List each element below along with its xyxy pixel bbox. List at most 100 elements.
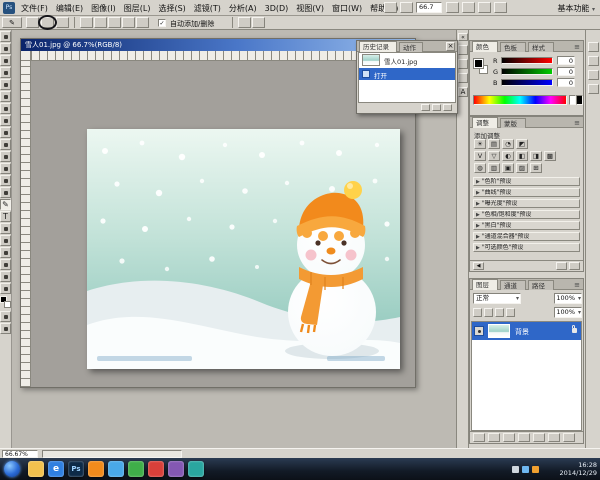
tool-gradient[interactable] <box>0 163 11 174</box>
tool-brush[interactable] <box>0 115 11 126</box>
tab-channels[interactable]: 通道 <box>500 280 526 290</box>
add-anchor-button[interactable] <box>108 17 121 28</box>
screen-mode-button[interactable] <box>0 323 11 334</box>
menu-3d[interactable]: 3D(D) <box>261 1 293 16</box>
posterize-icon[interactable]: ▥ <box>488 163 500 173</box>
channel-b-value[interactable]: 0 <box>557 78 575 87</box>
tool-hand[interactable] <box>0 271 11 282</box>
menu-select[interactable]: 选择(S) <box>154 0 189 17</box>
background-color-swatch[interactable] <box>4 301 11 308</box>
menu-view[interactable]: 视图(V) <box>292 0 328 17</box>
tab-layers[interactable]: 图层 <box>472 279 498 290</box>
ruler-corner[interactable] <box>21 51 31 61</box>
taskbar-music-icon[interactable] <box>168 461 184 477</box>
clock[interactable]: 16:28 2014/12/29 <box>543 461 597 477</box>
tab-history[interactable]: 历史记录 <box>359 41 397 52</box>
menu-filter[interactable]: 滤镜(T) <box>190 0 225 17</box>
path-combine-button[interactable] <box>238 17 251 28</box>
tool-spot-healing[interactable] <box>0 103 11 114</box>
start-button[interactable] <box>4 461 20 477</box>
screen-mode-icon[interactable] <box>494 2 507 13</box>
status-zoom-field[interactable]: 66.67% <box>2 450 38 458</box>
workspace-switcher[interactable]: 基本功能 ▾ <box>557 3 595 14</box>
gradient-map-icon[interactable]: ▨ <box>516 163 528 173</box>
return-arrow-icon[interactable]: ◀ <box>473 262 484 270</box>
levels-icon[interactable]: ▤ <box>488 139 500 149</box>
vertical-ruler[interactable] <box>21 61 31 387</box>
history-state-row[interactable]: 打开 <box>359 68 455 80</box>
fill-field[interactable]: 100% ▾ <box>554 307 582 318</box>
taskbar-media-player-icon[interactable] <box>88 461 104 477</box>
channel-r-slider[interactable] <box>501 57 553 64</box>
swatches-dock-icon[interactable] <box>588 42 599 52</box>
histogram-panel-icon[interactable] <box>458 59 468 69</box>
tab-paths[interactable]: 路径 <box>528 280 554 290</box>
tool-lasso[interactable] <box>0 55 11 66</box>
tool-dodge[interactable] <box>0 187 11 198</box>
character-panel-icon[interactable]: A <box>458 87 468 97</box>
hand-tool-icon[interactable] <box>446 2 459 13</box>
expand-panel-icon[interactable] <box>556 262 567 270</box>
threshold-icon[interactable]: ▣ <box>502 163 514 173</box>
path-subtract-button[interactable] <box>252 17 265 28</box>
taskbar-photoshop-icon[interactable]: Ps <box>68 461 84 477</box>
color-swatch-pair[interactable] <box>0 296 11 309</box>
tool-quick-selection[interactable] <box>0 67 11 78</box>
tab-masks[interactable]: 蒙版 <box>500 118 526 128</box>
tab-actions[interactable]: 动作 <box>399 42 423 52</box>
tray-icon-2[interactable] <box>522 466 529 473</box>
navigator-panel-icon[interactable] <box>458 45 468 55</box>
clip-adjustment-icon[interactable] <box>569 262 580 270</box>
channel-mixer-icon[interactable]: ▩ <box>544 151 556 161</box>
taskbar-explorer-icon[interactable] <box>28 461 44 477</box>
spectrum-black-swatch[interactable] <box>576 95 583 105</box>
tab-styles[interactable]: 样式 <box>528 42 554 52</box>
info-panel-icon[interactable] <box>458 73 468 83</box>
channel-b-slider[interactable] <box>501 79 553 86</box>
menu-window[interactable]: 窗口(W) <box>328 0 366 17</box>
menu-layer[interactable]: 图层(L) <box>120 0 155 17</box>
layers-menu-icon[interactable]: ≡ <box>574 281 580 289</box>
tool-3d-orbit[interactable] <box>0 259 11 270</box>
preset-black-white[interactable]: ▶"黑白"预设 <box>473 221 580 230</box>
tool-zoom[interactable] <box>0 283 11 294</box>
layer-style-icon[interactable] <box>488 433 500 442</box>
channel-r-value[interactable]: 0 <box>557 56 575 65</box>
tool-type[interactable]: T <box>0 211 11 222</box>
tool-pen[interactable]: ✎ <box>0 199 11 210</box>
new-document-from-state-icon[interactable] <box>421 104 430 111</box>
color-spectrum-ramp[interactable] <box>473 95 567 105</box>
tool-clone-stamp[interactable] <box>0 127 11 138</box>
tool-rectangle-shape[interactable] <box>0 235 11 246</box>
snapshot-thumbnail[interactable] <box>362 54 380 66</box>
history-close-button[interactable]: × <box>446 42 455 51</box>
menu-image[interactable]: 图像(I) <box>87 0 120 17</box>
taskbar-qq-icon[interactable] <box>108 461 124 477</box>
new-group-icon[interactable] <box>533 433 545 442</box>
layer-thumbnail[interactable] <box>488 324 510 338</box>
tray-icon-3[interactable] <box>532 466 539 473</box>
taskbar-security-icon[interactable] <box>128 461 144 477</box>
snowman-image[interactable] <box>87 129 400 369</box>
view-extras-icon[interactable] <box>400 2 413 13</box>
preset-levels[interactable]: ▶"色阶"预设 <box>473 177 580 186</box>
add-mask-icon[interactable] <box>503 433 515 442</box>
rotate-view-icon[interactable] <box>462 2 475 13</box>
link-layers-icon[interactable] <box>473 433 485 442</box>
new-layer-icon[interactable] <box>548 433 560 442</box>
vibrance-icon[interactable]: V <box>474 151 486 161</box>
color-balance-icon[interactable]: ◐ <box>502 151 514 161</box>
visibility-eye-icon[interactable] <box>474 326 484 336</box>
convert-point-button[interactable] <box>136 17 149 28</box>
menu-edit[interactable]: 编辑(E) <box>52 0 87 17</box>
arrange-documents-icon[interactable] <box>478 2 491 13</box>
new-snapshot-icon[interactable] <box>432 104 441 111</box>
tool-blur[interactable] <box>0 175 11 186</box>
tool-eyedropper[interactable] <box>0 91 11 102</box>
layer-row-background[interactable]: 背景 <box>472 322 581 340</box>
menu-analysis[interactable]: 分析(A) <box>225 0 261 17</box>
freeform-pen-button[interactable] <box>94 17 107 28</box>
taskbar-ie-icon[interactable]: e <box>48 461 64 477</box>
preset-curves[interactable]: ▶"曲线"预设 <box>473 188 580 197</box>
tray-icon-1[interactable] <box>512 466 519 473</box>
